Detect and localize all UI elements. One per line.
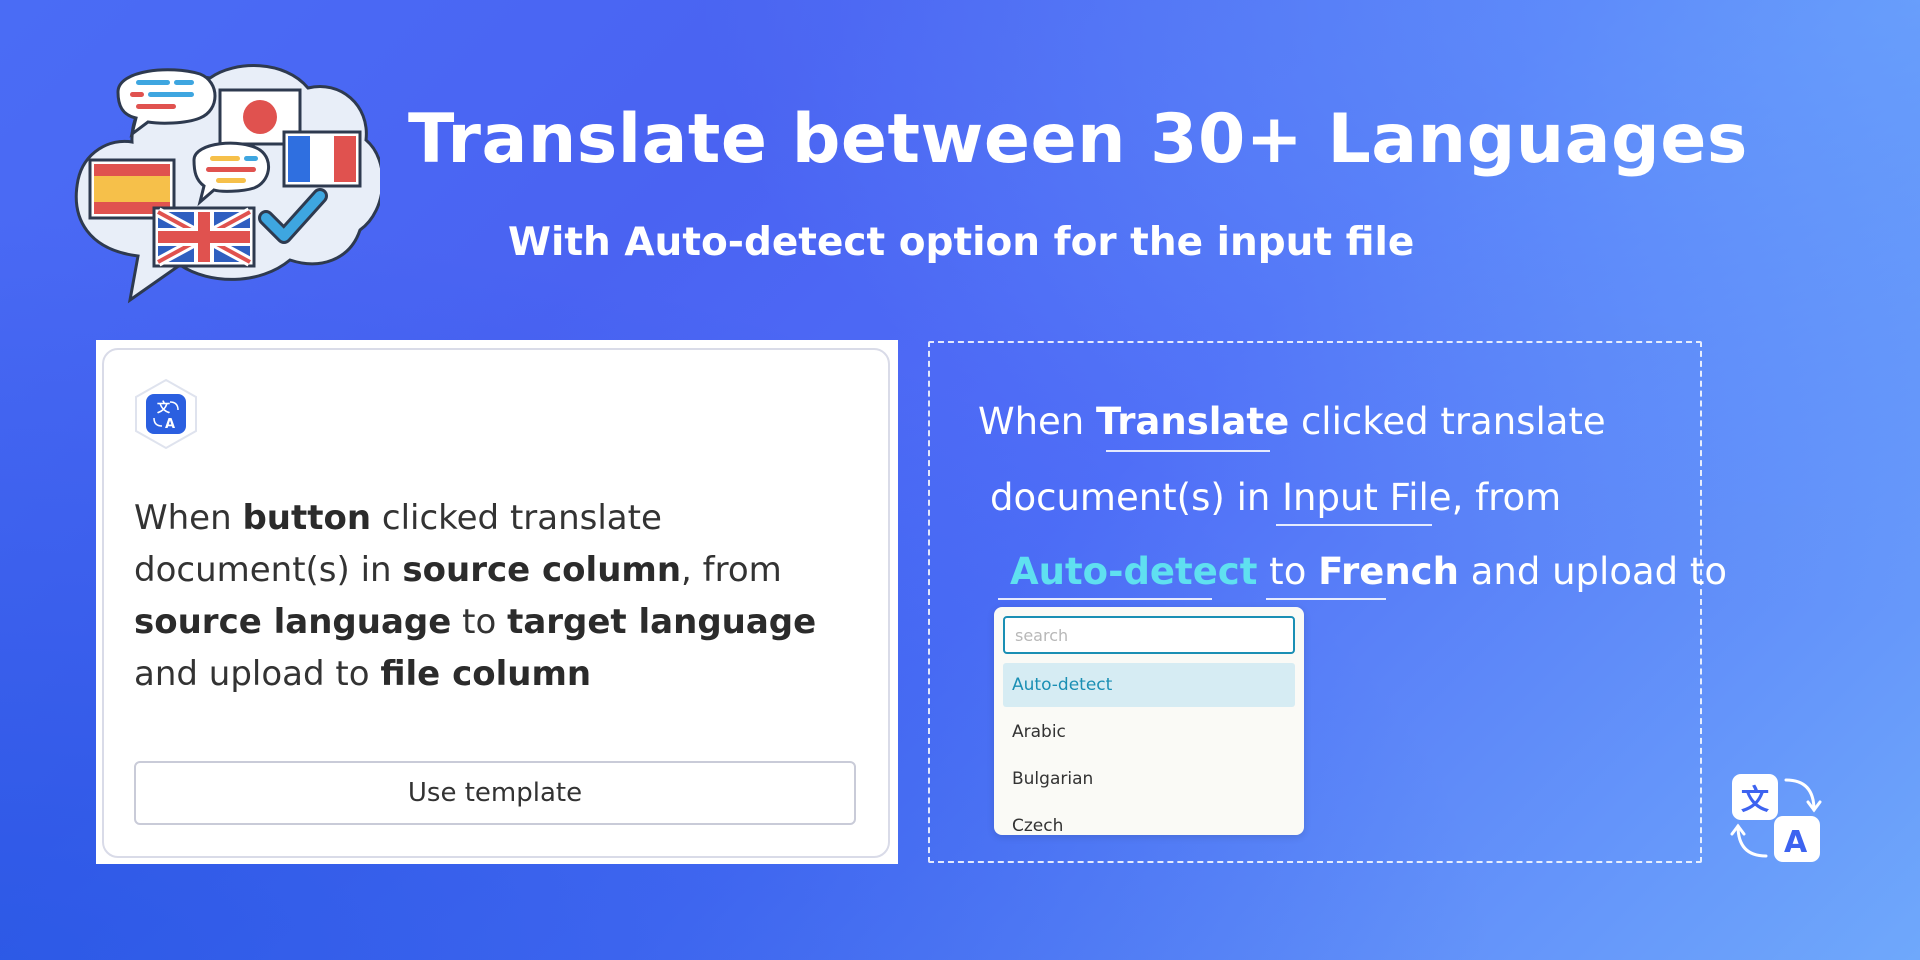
- language-option-czech[interactable]: Czech: [1003, 804, 1295, 835]
- config-line-1: When Translate clicked translate: [978, 400, 1606, 443]
- template-token-source-language: source language: [134, 602, 452, 642]
- config-line-3: Auto-detect to French and upload to: [1010, 550, 1728, 593]
- template-token-source-column: source column: [402, 550, 682, 590]
- svg-text:文: 文: [157, 400, 171, 416]
- language-search-input[interactable]: [1003, 616, 1295, 654]
- language-option-arabic[interactable]: Arabic: [1003, 710, 1295, 754]
- trigger-button-field[interactable]: Translate: [1096, 400, 1289, 443]
- translate-icon: 文 A: [135, 378, 197, 450]
- svg-text:A: A: [1784, 825, 1808, 860]
- source-language-field[interactable]: Auto-detect: [1010, 550, 1257, 593]
- language-option-bulgarian[interactable]: Bulgarian: [1003, 757, 1295, 801]
- target-language-field[interactable]: French: [1318, 550, 1459, 593]
- config-line-2: document(s) in Input File, from: [990, 476, 1562, 519]
- translate-icon: 文 A: [1730, 774, 1822, 862]
- template-token-button: button: [242, 498, 372, 538]
- language-option-auto-detect[interactable]: Auto-detect: [1003, 663, 1295, 707]
- svg-text:A: A: [165, 417, 175, 432]
- trigger-button-underline: [1106, 450, 1270, 452]
- target-language-underline: [1266, 598, 1386, 600]
- language-flags-illustration-icon: [74, 64, 380, 304]
- page-subtitle: With Auto-detect option for the input fi…: [508, 220, 1415, 265]
- language-dropdown: Auto-detect Arabic Bulgarian Czech: [994, 607, 1304, 835]
- input-file-field[interactable]: Input File: [1282, 476, 1451, 519]
- page-title: Translate between 30+ Languages: [408, 100, 1748, 179]
- svg-text:文: 文: [1741, 783, 1769, 816]
- template-token-file-column: file column: [380, 654, 592, 694]
- template-token-target-language: target language: [507, 602, 817, 642]
- source-language-underline: [998, 598, 1212, 600]
- input-file-underline: [1276, 524, 1432, 526]
- use-template-button[interactable]: Use template: [134, 761, 856, 825]
- template-description: When button clicked translate document(s…: [134, 498, 817, 694]
